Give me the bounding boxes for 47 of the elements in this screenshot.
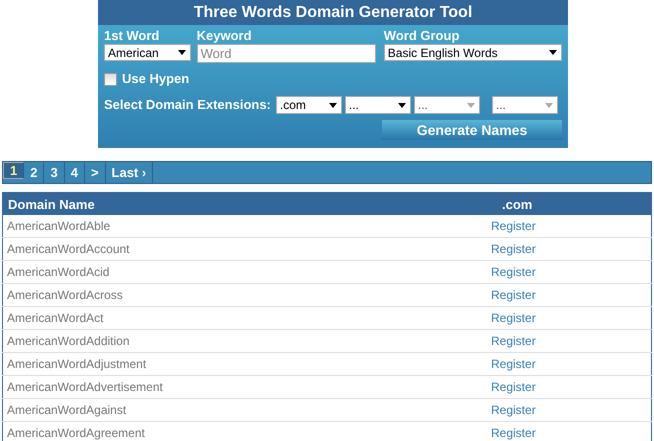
domain-name-cell: AmericanWordAdjustment xyxy=(2,352,491,376)
register-link[interactable]: Register xyxy=(491,357,536,371)
keyword-field[interactable]: Word xyxy=(196,44,376,63)
register-link[interactable]: Register xyxy=(491,403,536,417)
dropdown-arrow-icon xyxy=(178,50,186,55)
dropdown-arrow-icon xyxy=(398,102,406,108)
page-link[interactable]: 4 xyxy=(64,162,85,183)
domain-name-cell: AmericanWordAgreement xyxy=(2,422,491,441)
word-group-select[interactable]: Basic English Words xyxy=(384,44,562,61)
page-link[interactable]: 3 xyxy=(44,162,65,183)
column-header: .com xyxy=(491,192,652,215)
page-link[interactable]: Last › xyxy=(106,162,154,183)
domain-name-cell: AmericanWordAble xyxy=(2,215,491,238)
extension-select[interactable]: ... xyxy=(344,96,411,114)
extensions-label: Select Domain Extensions: xyxy=(104,97,271,113)
tool-title: Three Words Domain Generator Tool xyxy=(98,0,568,25)
register-link[interactable]: Register xyxy=(491,242,536,256)
dropdown-arrow-icon xyxy=(466,102,475,108)
domain-name-cell: AmericanWordAccount xyxy=(2,238,491,260)
register-link[interactable]: Register xyxy=(491,334,536,348)
domain-name-cell: AmericanWordAcid xyxy=(2,260,491,284)
column-header: Domain Name xyxy=(2,192,491,215)
register-link[interactable]: Register xyxy=(491,265,536,279)
first-word-select[interactable]: American xyxy=(104,44,191,61)
dropdown-arrow-icon xyxy=(544,102,553,108)
domain-name-cell: AmericanWordAddition xyxy=(2,330,491,352)
register-link[interactable]: Register xyxy=(491,288,536,302)
domain-name-cell: AmericanWordAgainst xyxy=(2,398,491,422)
checkbox-label: Use Hypen xyxy=(122,71,190,87)
generate-names-button[interactable]: Generate Names xyxy=(382,120,562,140)
field-label: Keyword xyxy=(196,28,253,44)
hyphen-checkbox[interactable] xyxy=(104,72,117,86)
register-link[interactable]: Register xyxy=(491,426,536,440)
dropdown-arrow-icon xyxy=(549,50,557,55)
dropdown-arrow-icon xyxy=(328,102,337,108)
field-label: 1st Word xyxy=(104,28,160,44)
page-link[interactable]: 2 xyxy=(24,162,44,183)
extension-select[interactable]: .com xyxy=(276,96,342,114)
domain-name-cell: AmericanWordAct xyxy=(2,306,491,330)
page-link[interactable]: > xyxy=(84,162,106,183)
domain-name-cell: AmericanWordAcross xyxy=(2,284,491,306)
field-label: Word Group xyxy=(384,28,460,44)
page-link[interactable]: 1 xyxy=(3,162,24,179)
register-link[interactable]: Register xyxy=(491,219,536,233)
register-link[interactable]: Register xyxy=(491,311,536,325)
register-link[interactable]: Register xyxy=(491,380,536,394)
domain-name-cell: AmericanWordAdvertisement xyxy=(2,376,491,398)
